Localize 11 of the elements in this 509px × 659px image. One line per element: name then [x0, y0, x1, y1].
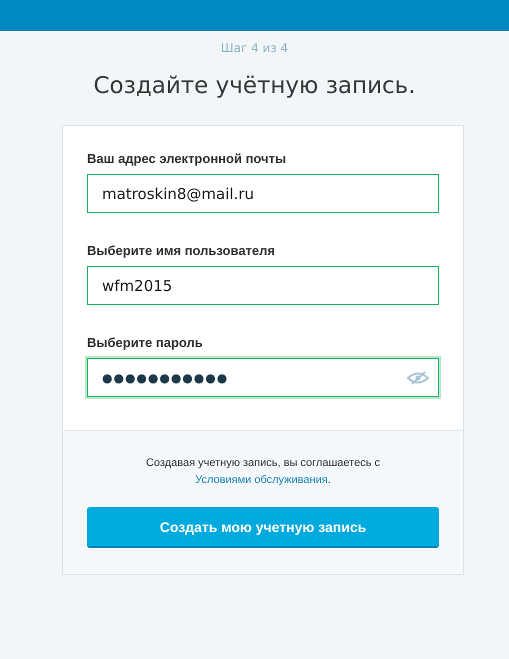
page-heading: Создайте учётную запись. — [93, 73, 416, 99]
input-field[interactable]: wfm2015 — [87, 266, 439, 305]
input-field[interactable]: matroskin8@mail.ru — [87, 174, 439, 213]
field-label: Выберите имя пользователя — [87, 243, 276, 258]
terms-text: Создавая учетную запись, вы соглашаетесь с Условиями обслуживания. — [144, 456, 381, 488]
field-label: Выберите пароль — [87, 335, 204, 350]
terms-link[interactable]: Условиями обслуживания — [195, 474, 328, 486]
field-label: Ваш адрес электронной почты — [87, 151, 288, 166]
hidden-eye-icon[interactable] — [407, 371, 429, 385]
step-indicator: Шаг 4 из 4 — [220, 41, 288, 55]
password-field[interactable]: ●●●●●●●●●●● — [87, 358, 439, 397]
